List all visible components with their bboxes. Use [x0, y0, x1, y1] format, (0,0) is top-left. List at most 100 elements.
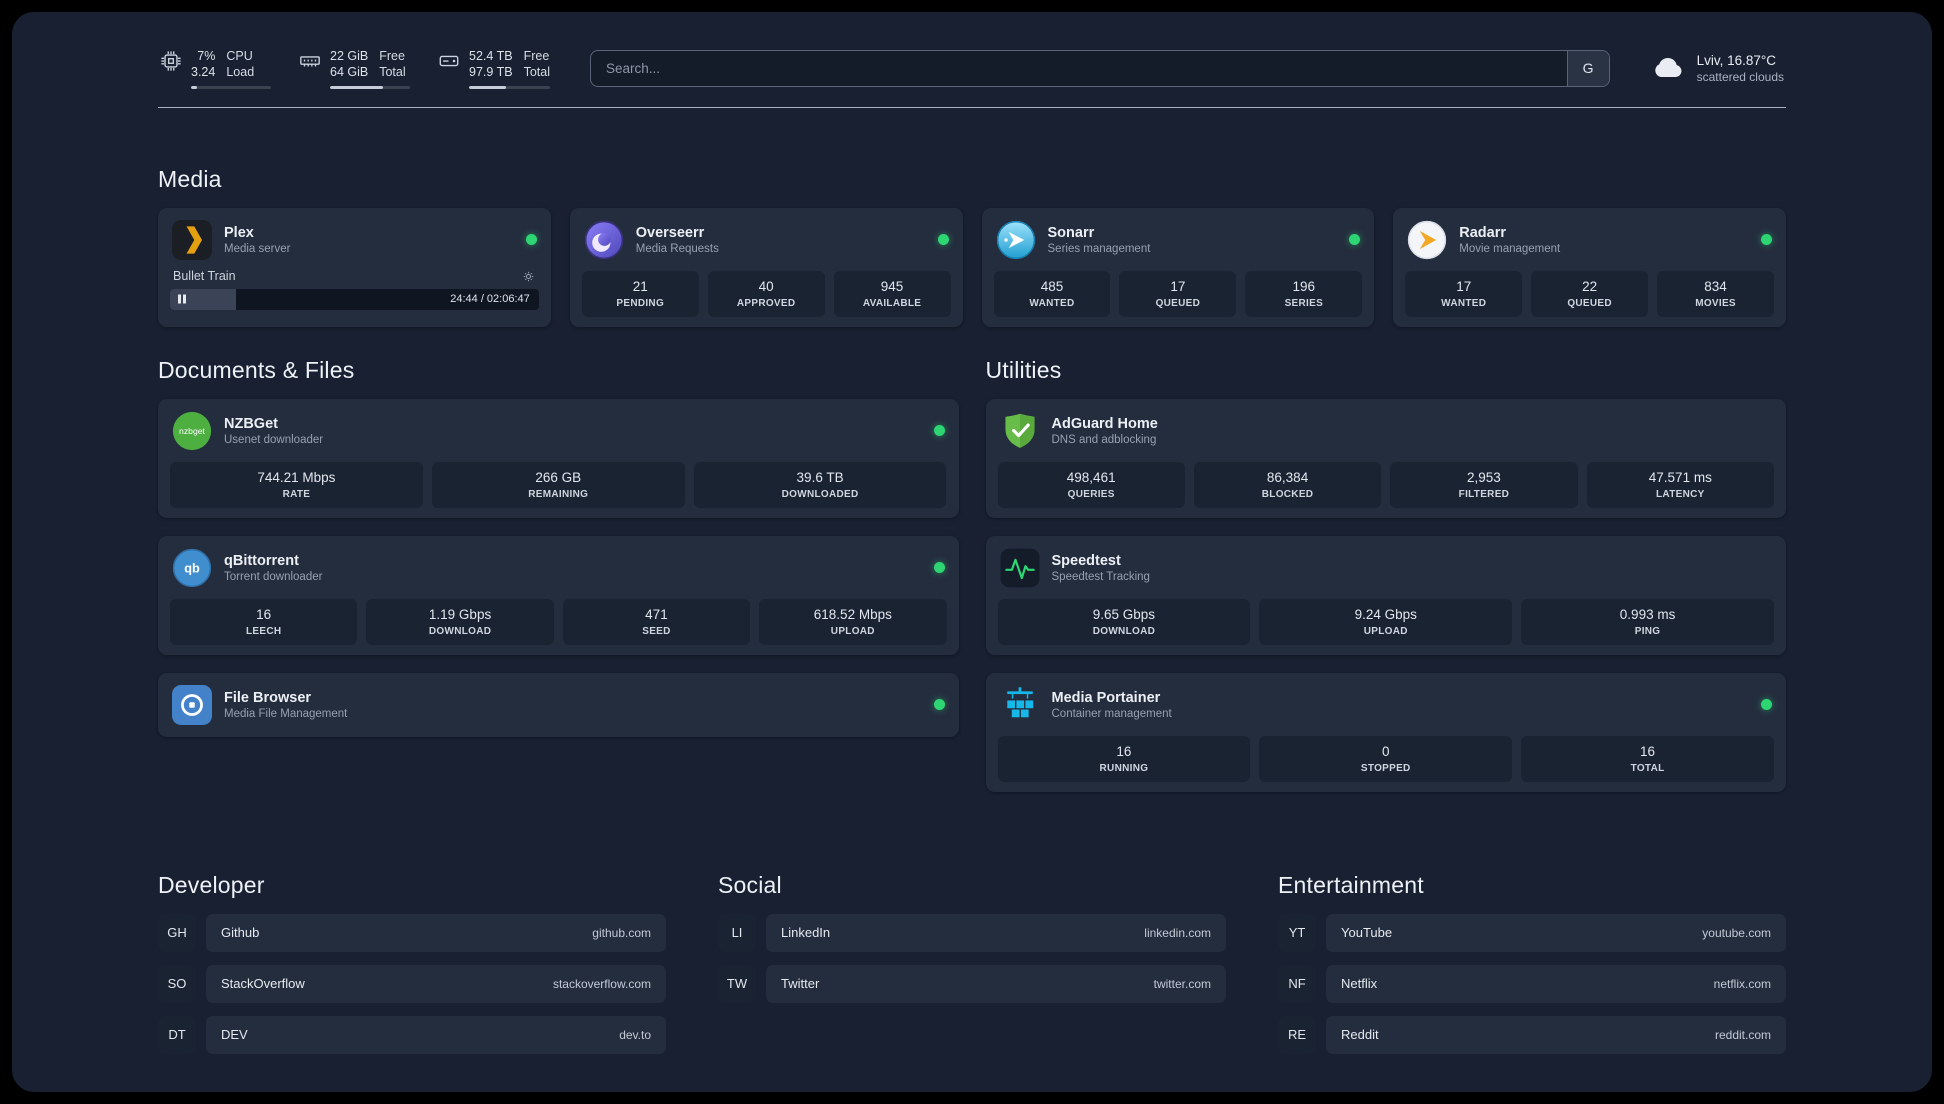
- service-card-plex[interactable]: Plex Media server Bullet Train 24:44 / 0…: [158, 207, 551, 327]
- memory-total-label: Total: [379, 65, 406, 80]
- service-subtitle: Movie management: [1459, 242, 1561, 255]
- service-subtitle: Media server: [224, 242, 291, 255]
- media-section: Media Plex Media server Bullet Train 24:…: [158, 166, 1786, 327]
- stat-tile: 0 STOPPED: [1259, 735, 1513, 782]
- service-card-filebrowser[interactable]: File Browser Media File Management: [158, 672, 959, 737]
- cloud-icon: [1654, 58, 1682, 78]
- service-name: qBittorrent: [224, 552, 299, 569]
- now-playing-title: Bullet Train: [173, 269, 236, 283]
- bookmark-domain: youtube.com: [1702, 925, 1771, 940]
- disk-widget: 52.4 TB 97.9 TB Free Total: [438, 48, 550, 89]
- search-input[interactable]: [590, 60, 1567, 76]
- memory-widget: 22 GiB 64 GiB Free Total: [299, 48, 410, 89]
- service-subtitle: Series management: [1047, 242, 1151, 255]
- stat-tile: 2,953 FILTERED: [1390, 461, 1578, 508]
- stat-tile: 21 PENDING: [581, 270, 699, 317]
- bookmark-name: Reddit: [1341, 1027, 1379, 1042]
- bookmark-abbr: GH: [158, 913, 196, 952]
- service-card-nzbget[interactable]: nzbget NZBGet Usenet downloader 744.21 M…: [158, 398, 959, 518]
- section-title-social: Social: [718, 871, 782, 898]
- bookmark-abbr: TW: [718, 964, 756, 1003]
- plex-now-playing-widget: Bullet Train 24:44 / 02:06:47: [170, 267, 539, 310]
- playback-progress-bar[interactable]: 24:44 / 02:06:47: [170, 288, 539, 310]
- bookmark-reddit[interactable]: RE Reddit reddit.com: [1278, 1015, 1786, 1054]
- disk-icon: [439, 55, 459, 67]
- service-name: Plex: [224, 224, 254, 241]
- search-provider-button[interactable]: G: [1566, 50, 1609, 86]
- stat-tile: 0.993 ms PING: [1521, 598, 1774, 645]
- bookmarks-developer: Developer GH Github github.com SO StackOv…: [158, 872, 666, 1067]
- status-dot: [933, 562, 945, 573]
- stat-tile: 471 SEED: [562, 598, 751, 645]
- service-card-overseerr[interactable]: Overseerr Media Requests 21 PENDING 40 APP…: [569, 207, 963, 327]
- bookmark-github[interactable]: GH Github github.com: [158, 913, 666, 952]
- stat-tile: 834 MOVIES: [1657, 270, 1775, 317]
- bookmarks-social: Social LI LinkedIn linkedin.com TW Twitte…: [718, 872, 1226, 1067]
- status-dot: [1761, 699, 1772, 710]
- status-dot: [933, 699, 945, 710]
- stat-tile: 86,384 BLOCKED: [1193, 461, 1382, 508]
- sonarr-icon: [996, 220, 1036, 260]
- service-card-radarr[interactable]: Radarr Movie management 17 WANTED 22 QUEUE…: [1393, 207, 1786, 327]
- disk-total-label: Total: [523, 65, 550, 80]
- bookmark-domain: dev.to: [619, 1027, 651, 1042]
- bookmark-abbr: DT: [158, 1015, 196, 1054]
- service-subtitle: DNS and adblocking: [1051, 433, 1157, 446]
- weather-location: Lviv, 16.87°C: [1696, 52, 1777, 68]
- service-subtitle: Speedtest Tracking: [1051, 570, 1150, 583]
- bookmark-domain: stackoverflow.com: [552, 976, 651, 991]
- stat-tile: 16 LEECH: [170, 598, 358, 645]
- service-card-speedtest[interactable]: Speedtest Speedtest Tracking 9.65 Gbps DO…: [985, 535, 1786, 655]
- stat-tile: 196 SERIES: [1245, 270, 1363, 317]
- status-dot: [937, 234, 949, 245]
- stat-tile: 39.6 TB DOWNLOADED: [693, 461, 947, 508]
- stat-tile: 16 RUNNING: [997, 735, 1251, 782]
- status-dot: [933, 425, 945, 436]
- service-card-adguard[interactable]: AdGuard Home DNS and adblocking 498,461 Q…: [985, 398, 1786, 518]
- svg-text:nzbget: nzbget: [179, 426, 205, 436]
- service-card-sonarr[interactable]: Sonarr Series management 485 WANTED 17 QUE…: [981, 207, 1375, 327]
- documents-column: Documents & Files nzbget NZBGet Usenet d…: [158, 357, 959, 810]
- filebrowser-icon: [172, 684, 212, 725]
- service-name: Speedtest: [1051, 552, 1121, 569]
- overseerr-icon: [584, 220, 624, 260]
- bookmark-name: StackOverflow: [221, 976, 305, 991]
- disk-free-label: Free: [523, 49, 550, 63]
- adguard-icon: [1000, 411, 1040, 451]
- bookmark-netflix[interactable]: NF Netflix netflix.com: [1278, 964, 1786, 1003]
- bookmark-youtube[interactable]: YT YouTube youtube.com: [1278, 913, 1786, 952]
- radarr-icon: [1407, 220, 1447, 260]
- pause-icon[interactable]: [178, 294, 186, 304]
- service-name: Radarr: [1459, 224, 1506, 241]
- bookmark-name: Netflix: [1341, 976, 1378, 991]
- cpu-icon: [161, 51, 181, 71]
- bookmark-abbr: SO: [158, 964, 196, 1003]
- stat-tile: 17 WANTED: [1405, 270, 1523, 317]
- nzbget-icon: nzbget: [172, 411, 212, 451]
- memory-progress-bar: [330, 85, 410, 89]
- bookmark-abbr: RE: [1278, 1015, 1316, 1054]
- bookmark-twitter[interactable]: TW Twitter twitter.com: [718, 964, 1226, 1003]
- stat-tile: 485 WANTED: [993, 270, 1111, 317]
- gear-icon[interactable]: [521, 269, 536, 284]
- cpu-progress-bar: [191, 85, 271, 89]
- service-subtitle: Media File Management: [224, 707, 348, 720]
- middle-sections: Documents & Files nzbget NZBGet Usenet d…: [158, 357, 1786, 810]
- stat-tile: 47.571 ms LATENCY: [1586, 461, 1774, 508]
- service-card-qbittorrent[interactable]: qb qBittorrent Torrent downloader 16 LEEC…: [158, 535, 959, 655]
- memory-total-value: 64 GiB: [330, 65, 369, 80]
- bookmark-dev[interactable]: DT DEV dev.to: [158, 1015, 666, 1054]
- section-title-media: Media: [158, 165, 222, 192]
- service-subtitle: Container management: [1051, 707, 1172, 720]
- bookmark-linkedin[interactable]: LI LinkedIn linkedin.com: [718, 913, 1226, 952]
- plex-icon: [172, 219, 212, 260]
- bookmark-name: LinkedIn: [781, 925, 831, 940]
- bookmark-stackoverflow[interactable]: SO StackOverflow stackoverflow.com: [158, 964, 666, 1003]
- portainer-icon: [1000, 685, 1040, 725]
- service-card-portainer[interactable]: Media Portainer Container management 16 R…: [985, 672, 1786, 792]
- service-name: AdGuard Home: [1051, 415, 1158, 432]
- bookmark-domain: github.com: [592, 925, 651, 940]
- stat-tile: 16 TOTAL: [1521, 735, 1774, 782]
- bookmark-domain: linkedin.com: [1144, 925, 1211, 940]
- qbittorrent-icon: qb: [172, 548, 212, 588]
